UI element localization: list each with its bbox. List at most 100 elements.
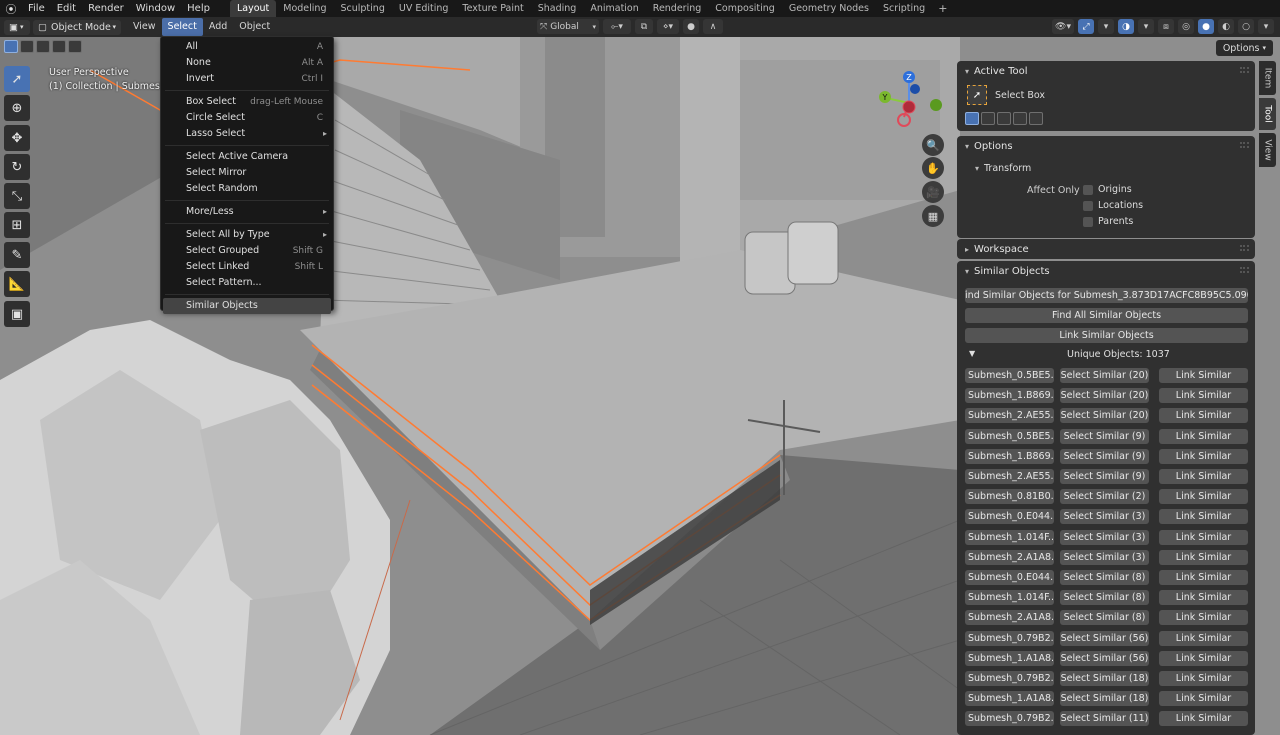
tab-rendering[interactable]: Rendering bbox=[646, 0, 709, 17]
link-similar-button[interactable]: Link Similar bbox=[1159, 529, 1248, 545]
drag-grip-icon[interactable] bbox=[1240, 142, 1249, 148]
select-invert-icon[interactable] bbox=[52, 40, 66, 53]
checkbox-locations[interactable]: Locations bbox=[1083, 200, 1143, 211]
menu-item-more-less[interactable]: More/Less ▸ bbox=[161, 204, 333, 220]
link-similar-button[interactable]: Link Similar bbox=[1159, 509, 1248, 525]
menu-file[interactable]: File bbox=[22, 0, 51, 17]
link-similar-button[interactable]: Link Similar bbox=[1159, 489, 1248, 505]
proportional-edit-icon[interactable]: ● bbox=[683, 19, 699, 34]
menu-item-select-grouped[interactable]: Select Grouped Shift G bbox=[161, 243, 333, 259]
menu-edit[interactable]: Edit bbox=[51, 0, 82, 17]
tab-geometry-nodes[interactable]: Geometry Nodes bbox=[782, 0, 876, 17]
submesh-name-button[interactable]: Submesh_0.E044... bbox=[965, 570, 1054, 585]
link-similar-button[interactable]: Link Similar bbox=[1159, 368, 1248, 383]
select-similar-button[interactable]: Select Similar (56) bbox=[1060, 650, 1149, 666]
link-similar-button[interactable]: Link Similar bbox=[1159, 650, 1248, 666]
submesh-name-button[interactable]: Submesh_0.79B2... bbox=[965, 630, 1054, 646]
rendered-shading-icon[interactable]: ○ bbox=[1238, 19, 1254, 34]
editor-type-button[interactable]: ▣ ▾ bbox=[4, 19, 30, 35]
gizmo-toggle-icon[interactable]: ⤢ bbox=[1078, 19, 1094, 34]
menu-item-lasso-select[interactable]: Lasso Select ▸ bbox=[161, 126, 333, 142]
tab-shading[interactable]: Shading bbox=[531, 0, 584, 17]
submesh-name-button[interactable]: Submesh_2.A1A8... bbox=[965, 549, 1054, 565]
menu-render[interactable]: Render bbox=[82, 0, 130, 17]
select-box-tool-icon[interactable]: ➚ bbox=[4, 66, 30, 92]
rotate-tool-icon[interactable]: ↻ bbox=[4, 154, 30, 180]
orientation-dropdown[interactable]: ⤧ Global ▾ bbox=[537, 19, 599, 34]
menu-view[interactable]: View bbox=[127, 18, 162, 36]
tab-compositing[interactable]: Compositing bbox=[708, 0, 782, 17]
tab-texture-paint[interactable]: Texture Paint bbox=[455, 0, 530, 17]
mode-dropdown[interactable]: ▢ Object Mode ▾ bbox=[33, 19, 121, 35]
menu-select[interactable]: Select bbox=[161, 18, 203, 36]
xray-icon[interactable]: ⧈ bbox=[1158, 19, 1174, 34]
select-similar-button[interactable]: Select Similar (8) bbox=[1060, 570, 1149, 585]
select-similar-button[interactable]: Select Similar (11) bbox=[1060, 711, 1149, 727]
solid-shading-icon[interactable]: ● bbox=[1198, 19, 1214, 34]
drag-grip-icon[interactable] bbox=[1240, 67, 1249, 73]
link-similar-button[interactable]: Link Similar bbox=[1159, 630, 1248, 646]
link-similar-objects-button[interactable]: Link Similar Objects bbox=[965, 328, 1248, 343]
submesh-name-button[interactable]: Submesh_0.5BE5... bbox=[965, 368, 1054, 383]
menu-item-none[interactable]: None Alt A bbox=[161, 55, 333, 71]
pan-view-icon[interactable]: ✋ bbox=[922, 157, 944, 179]
submesh-name-button[interactable]: Submesh_0.E044... bbox=[965, 509, 1054, 525]
tab-modeling[interactable]: Modeling bbox=[276, 0, 333, 17]
link-similar-button[interactable]: Link Similar bbox=[1159, 711, 1248, 727]
select-similar-button[interactable]: Select Similar (20) bbox=[1060, 368, 1149, 383]
submesh-name-button[interactable]: Submesh_2.AE55... bbox=[965, 408, 1054, 424]
menu-object[interactable]: Object bbox=[233, 18, 276, 36]
select-intersect-icon[interactable] bbox=[68, 40, 82, 53]
find-similar-for-button[interactable]: Find Similar Objects for Submesh_3.873D1… bbox=[965, 288, 1248, 303]
unique-objects-row[interactable]: ▼ Unique Objects: 1037 bbox=[969, 349, 1249, 363]
select-new-icon[interactable] bbox=[4, 40, 18, 53]
menu-item-box-select[interactable]: Box Select drag-Left Mouse bbox=[161, 94, 333, 110]
menu-item-circle-select[interactable]: Circle Select C bbox=[161, 110, 333, 126]
select-similar-button[interactable]: Select Similar (18) bbox=[1060, 691, 1149, 707]
menu-item-select-mirror[interactable]: Select Mirror bbox=[161, 165, 333, 181]
tab-item[interactable]: Item bbox=[1259, 61, 1276, 95]
move-tool-icon[interactable]: ✥ bbox=[4, 125, 30, 151]
tab-scripting[interactable]: Scripting bbox=[876, 0, 932, 17]
link-similar-button[interactable]: Link Similar bbox=[1159, 428, 1248, 444]
active-tool-header[interactable]: ▾ Active Tool bbox=[957, 61, 1255, 81]
select-similar-button[interactable]: Select Similar (9) bbox=[1060, 448, 1149, 464]
submesh-name-button[interactable]: Submesh_1.A1A8... bbox=[965, 691, 1054, 707]
menu-item-similar-objects[interactable]: Similar Objects bbox=[163, 298, 331, 314]
checkbox-origins[interactable]: Origins bbox=[1083, 184, 1132, 195]
menu-help[interactable]: Help bbox=[181, 0, 216, 17]
menu-item-select-linked[interactable]: Select Linked Shift L bbox=[161, 259, 333, 275]
gizmo-dropdown-icon[interactable]: ▾ bbox=[1098, 19, 1114, 34]
menu-item-select-pattern[interactable]: Select Pattern... bbox=[161, 275, 333, 291]
scale-tool-icon[interactable]: ⤡ bbox=[4, 183, 30, 209]
drag-grip-icon[interactable] bbox=[1240, 245, 1249, 251]
falloff-icon[interactable]: ∧ bbox=[703, 19, 723, 34]
tab-animation[interactable]: Animation bbox=[583, 0, 645, 17]
select-similar-button[interactable]: Select Similar (2) bbox=[1060, 489, 1149, 505]
submesh-name-button[interactable]: Submesh_2.AE55... bbox=[965, 469, 1054, 484]
options-header[interactable]: ▾ Options bbox=[957, 136, 1255, 156]
submesh-name-button[interactable]: Submesh_2.A1A8... bbox=[965, 610, 1054, 626]
find-all-similar-button[interactable]: Find All Similar Objects bbox=[965, 308, 1248, 323]
transform-subheader[interactable]: ▾ Transform bbox=[975, 159, 1031, 177]
tab-uv-editing[interactable]: UV Editing bbox=[392, 0, 456, 17]
menu-item-select-random[interactable]: Select Random bbox=[161, 181, 333, 197]
submesh-name-button[interactable]: Submesh_1.A1A8... bbox=[965, 650, 1054, 666]
link-similar-button[interactable]: Link Similar bbox=[1159, 469, 1248, 484]
camera-view-icon[interactable]: 🎥 bbox=[922, 181, 944, 203]
submesh-name-button[interactable]: Submesh_0.79B2... bbox=[965, 671, 1054, 686]
select-similar-button[interactable]: Select Similar (3) bbox=[1060, 529, 1149, 545]
select-similar-button[interactable]: Select Similar (9) bbox=[1060, 469, 1149, 484]
submesh-name-button[interactable]: Submesh_0.5BE5... bbox=[965, 428, 1054, 444]
overlay-dropdown-icon[interactable]: ▾ bbox=[1138, 19, 1154, 34]
cursor-tool-icon[interactable]: ⊕ bbox=[4, 95, 30, 121]
submesh-name-button[interactable]: Submesh_0.79B2... bbox=[965, 711, 1054, 727]
link-similar-button[interactable]: Link Similar bbox=[1159, 448, 1248, 464]
select-similar-button[interactable]: Select Similar (8) bbox=[1060, 590, 1149, 606]
menu-window[interactable]: Window bbox=[130, 0, 181, 17]
similar-objects-header[interactable]: ▾ Similar Objects bbox=[957, 261, 1255, 281]
link-similar-button[interactable]: Link Similar bbox=[1159, 570, 1248, 585]
link-similar-button[interactable]: Link Similar bbox=[1159, 671, 1248, 686]
snap-target-icon[interactable]: ⋄▾ bbox=[657, 19, 679, 34]
select-similar-button[interactable]: Select Similar (8) bbox=[1060, 610, 1149, 626]
